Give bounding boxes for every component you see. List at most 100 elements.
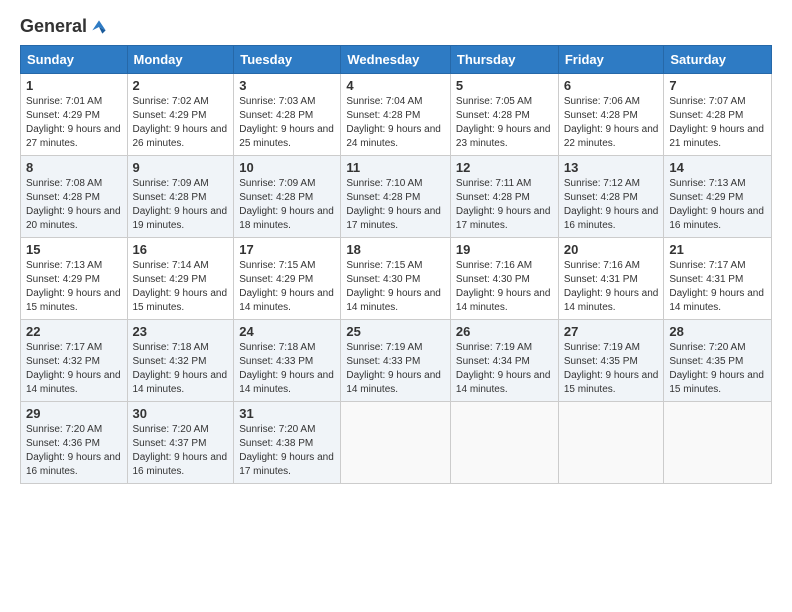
calendar-cell: 27 Sunrise: 7:19 AMSunset: 4:35 PMDaylig… xyxy=(558,320,664,402)
day-info: Sunrise: 7:15 AMSunset: 4:30 PMDaylight:… xyxy=(346,260,441,313)
calendar-cell: 5 Sunrise: 7:05 AMSunset: 4:28 PMDayligh… xyxy=(450,74,558,156)
day-number: 2 xyxy=(133,78,229,93)
header-sunday: Sunday xyxy=(21,46,128,74)
logo-bird-icon xyxy=(89,17,109,37)
calendar-week-2: 8 Sunrise: 7:08 AMSunset: 4:28 PMDayligh… xyxy=(21,156,772,238)
calendar-cell: 23 Sunrise: 7:18 AMSunset: 4:32 PMDaylig… xyxy=(127,320,234,402)
header-tuesday: Tuesday xyxy=(234,46,341,74)
calendar-cell xyxy=(450,402,558,484)
day-info: Sunrise: 7:20 AMSunset: 4:35 PMDaylight:… xyxy=(669,342,764,395)
day-info: Sunrise: 7:03 AMSunset: 4:28 PMDaylight:… xyxy=(239,96,334,149)
logo: General xyxy=(20,16,109,35)
calendar-cell: 28 Sunrise: 7:20 AMSunset: 4:35 PMDaylig… xyxy=(664,320,772,402)
calendar-cell: 14 Sunrise: 7:13 AMSunset: 4:29 PMDaylig… xyxy=(664,156,772,238)
calendar-cell xyxy=(341,402,451,484)
day-info: Sunrise: 7:15 AMSunset: 4:29 PMDaylight:… xyxy=(239,260,334,313)
day-info: Sunrise: 7:01 AMSunset: 4:29 PMDaylight:… xyxy=(26,96,121,149)
calendar-week-5: 29 Sunrise: 7:20 AMSunset: 4:36 PMDaylig… xyxy=(21,402,772,484)
calendar-table: SundayMondayTuesdayWednesdayThursdayFrid… xyxy=(20,45,772,484)
day-info: Sunrise: 7:04 AMSunset: 4:28 PMDaylight:… xyxy=(346,96,441,149)
day-number: 16 xyxy=(133,242,229,257)
day-info: Sunrise: 7:19 AMSunset: 4:34 PMDaylight:… xyxy=(456,342,551,395)
day-number: 21 xyxy=(669,242,766,257)
day-info: Sunrise: 7:11 AMSunset: 4:28 PMDaylight:… xyxy=(456,178,551,231)
calendar-cell: 25 Sunrise: 7:19 AMSunset: 4:33 PMDaylig… xyxy=(341,320,451,402)
day-number: 8 xyxy=(26,160,122,175)
day-info: Sunrise: 7:06 AMSunset: 4:28 PMDaylight:… xyxy=(564,96,659,149)
day-number: 11 xyxy=(346,160,445,175)
day-info: Sunrise: 7:18 AMSunset: 4:32 PMDaylight:… xyxy=(133,342,228,395)
calendar-cell: 15 Sunrise: 7:13 AMSunset: 4:29 PMDaylig… xyxy=(21,238,128,320)
day-number: 27 xyxy=(564,324,659,339)
day-info: Sunrise: 7:20 AMSunset: 4:36 PMDaylight:… xyxy=(26,424,121,477)
day-info: Sunrise: 7:20 AMSunset: 4:38 PMDaylight:… xyxy=(239,424,334,477)
calendar-cell: 26 Sunrise: 7:19 AMSunset: 4:34 PMDaylig… xyxy=(450,320,558,402)
calendar-cell xyxy=(664,402,772,484)
day-number: 23 xyxy=(133,324,229,339)
calendar-cell: 7 Sunrise: 7:07 AMSunset: 4:28 PMDayligh… xyxy=(664,74,772,156)
day-info: Sunrise: 7:17 AMSunset: 4:31 PMDaylight:… xyxy=(669,260,764,313)
calendar-cell: 9 Sunrise: 7:09 AMSunset: 4:28 PMDayligh… xyxy=(127,156,234,238)
calendar-cell: 29 Sunrise: 7:20 AMSunset: 4:36 PMDaylig… xyxy=(21,402,128,484)
day-number: 30 xyxy=(133,406,229,421)
header-wednesday: Wednesday xyxy=(341,46,451,74)
day-number: 26 xyxy=(456,324,553,339)
calendar-week-1: 1 Sunrise: 7:01 AMSunset: 4:29 PMDayligh… xyxy=(21,74,772,156)
day-info: Sunrise: 7:13 AMSunset: 4:29 PMDaylight:… xyxy=(669,178,764,231)
day-info: Sunrise: 7:19 AMSunset: 4:35 PMDaylight:… xyxy=(564,342,659,395)
calendar-cell: 3 Sunrise: 7:03 AMSunset: 4:28 PMDayligh… xyxy=(234,74,341,156)
day-number: 3 xyxy=(239,78,335,93)
header-monday: Monday xyxy=(127,46,234,74)
calendar-cell: 30 Sunrise: 7:20 AMSunset: 4:37 PMDaylig… xyxy=(127,402,234,484)
calendar-cell: 31 Sunrise: 7:20 AMSunset: 4:38 PMDaylig… xyxy=(234,402,341,484)
day-info: Sunrise: 7:08 AMSunset: 4:28 PMDaylight:… xyxy=(26,178,121,231)
day-number: 19 xyxy=(456,242,553,257)
day-info: Sunrise: 7:07 AMSunset: 4:28 PMDaylight:… xyxy=(669,96,764,149)
day-number: 4 xyxy=(346,78,445,93)
header-thursday: Thursday xyxy=(450,46,558,74)
day-info: Sunrise: 7:12 AMSunset: 4:28 PMDaylight:… xyxy=(564,178,659,231)
calendar-cell: 11 Sunrise: 7:10 AMSunset: 4:28 PMDaylig… xyxy=(341,156,451,238)
day-number: 31 xyxy=(239,406,335,421)
day-number: 1 xyxy=(26,78,122,93)
day-info: Sunrise: 7:02 AMSunset: 4:29 PMDaylight:… xyxy=(133,96,228,149)
day-info: Sunrise: 7:20 AMSunset: 4:37 PMDaylight:… xyxy=(133,424,228,477)
calendar-cell: 19 Sunrise: 7:16 AMSunset: 4:30 PMDaylig… xyxy=(450,238,558,320)
day-info: Sunrise: 7:05 AMSunset: 4:28 PMDaylight:… xyxy=(456,96,551,149)
day-info: Sunrise: 7:13 AMSunset: 4:29 PMDaylight:… xyxy=(26,260,121,313)
day-info: Sunrise: 7:09 AMSunset: 4:28 PMDaylight:… xyxy=(133,178,228,231)
day-number: 10 xyxy=(239,160,335,175)
day-number: 28 xyxy=(669,324,766,339)
day-number: 24 xyxy=(239,324,335,339)
calendar-cell xyxy=(558,402,664,484)
day-number: 25 xyxy=(346,324,445,339)
calendar-cell: 12 Sunrise: 7:11 AMSunset: 4:28 PMDaylig… xyxy=(450,156,558,238)
calendar-cell: 10 Sunrise: 7:09 AMSunset: 4:28 PMDaylig… xyxy=(234,156,341,238)
header: General xyxy=(20,16,772,35)
day-number: 20 xyxy=(564,242,659,257)
day-info: Sunrise: 7:19 AMSunset: 4:33 PMDaylight:… xyxy=(346,342,441,395)
day-number: 12 xyxy=(456,160,553,175)
day-info: Sunrise: 7:10 AMSunset: 4:28 PMDaylight:… xyxy=(346,178,441,231)
day-number: 14 xyxy=(669,160,766,175)
calendar-cell: 17 Sunrise: 7:15 AMSunset: 4:29 PMDaylig… xyxy=(234,238,341,320)
calendar-cell: 20 Sunrise: 7:16 AMSunset: 4:31 PMDaylig… xyxy=(558,238,664,320)
day-number: 17 xyxy=(239,242,335,257)
day-number: 15 xyxy=(26,242,122,257)
header-friday: Friday xyxy=(558,46,664,74)
day-info: Sunrise: 7:14 AMSunset: 4:29 PMDaylight:… xyxy=(133,260,228,313)
calendar-cell: 13 Sunrise: 7:12 AMSunset: 4:28 PMDaylig… xyxy=(558,156,664,238)
day-number: 7 xyxy=(669,78,766,93)
day-number: 9 xyxy=(133,160,229,175)
day-number: 5 xyxy=(456,78,553,93)
day-info: Sunrise: 7:16 AMSunset: 4:30 PMDaylight:… xyxy=(456,260,551,313)
calendar-cell: 18 Sunrise: 7:15 AMSunset: 4:30 PMDaylig… xyxy=(341,238,451,320)
day-number: 29 xyxy=(26,406,122,421)
calendar-cell: 2 Sunrise: 7:02 AMSunset: 4:29 PMDayligh… xyxy=(127,74,234,156)
day-info: Sunrise: 7:16 AMSunset: 4:31 PMDaylight:… xyxy=(564,260,659,313)
calendar-cell: 24 Sunrise: 7:18 AMSunset: 4:33 PMDaylig… xyxy=(234,320,341,402)
calendar-week-3: 15 Sunrise: 7:13 AMSunset: 4:29 PMDaylig… xyxy=(21,238,772,320)
day-number: 18 xyxy=(346,242,445,257)
header-saturday: Saturday xyxy=(664,46,772,74)
calendar-cell: 4 Sunrise: 7:04 AMSunset: 4:28 PMDayligh… xyxy=(341,74,451,156)
